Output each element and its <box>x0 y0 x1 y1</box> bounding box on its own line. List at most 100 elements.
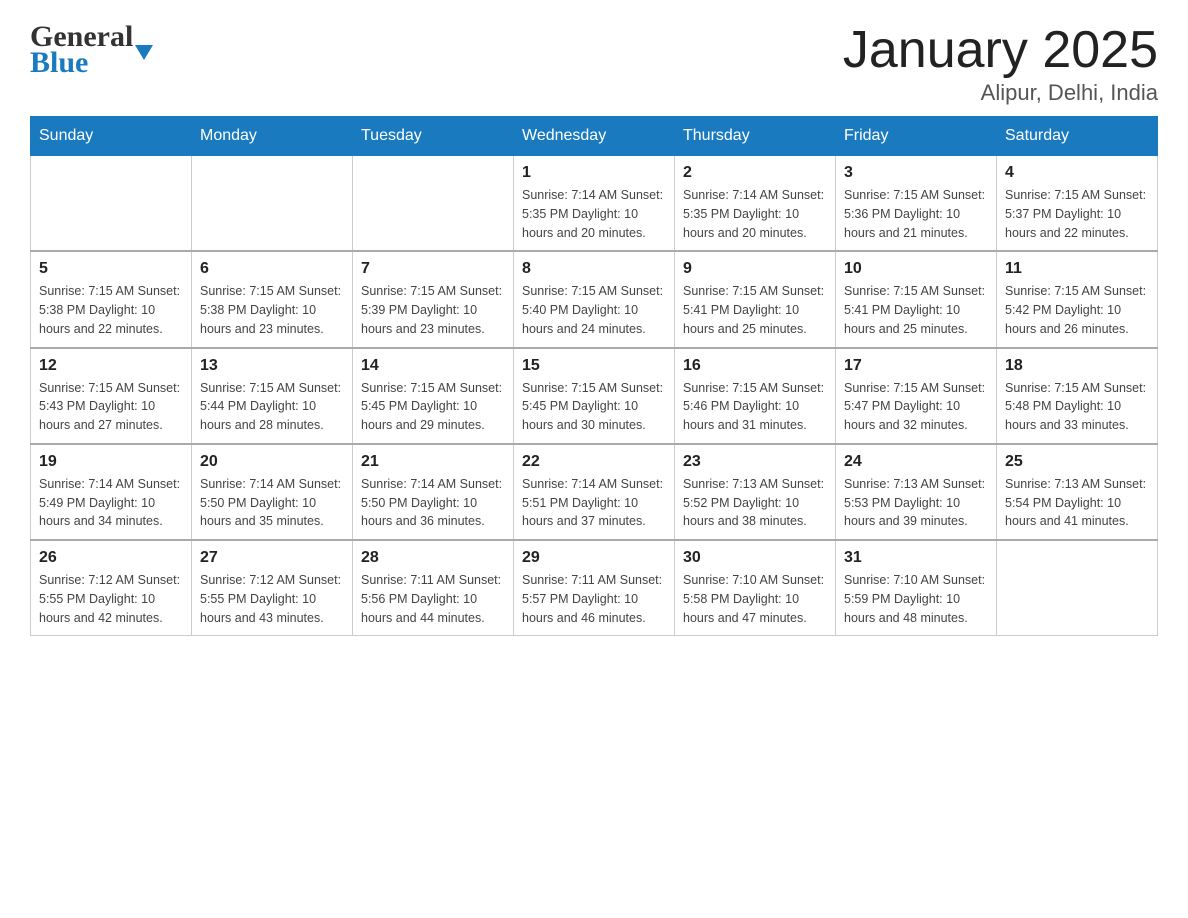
calendar-cell: 8 Sunrise: 7:15 AM Sunset: 5:40 PM Daylig… <box>514 251 675 347</box>
day-info: Sunrise: 7:15 AM Sunset: 5:45 PM Dayligh… <box>361 379 505 435</box>
day-info: Sunrise: 7:15 AM Sunset: 5:36 PM Dayligh… <box>844 186 988 242</box>
day-of-week-thursday: Thursday <box>675 117 836 156</box>
calendar-body: 1 Sunrise: 7:14 AM Sunset: 5:35 PM Daylig… <box>31 156 1158 636</box>
calendar-cell: 22 Sunrise: 7:14 AM Sunset: 5:51 PM Dayli… <box>514 444 675 540</box>
day-number: 20 <box>200 453 344 471</box>
day-number: 17 <box>844 357 988 375</box>
calendar-cell: 21 Sunrise: 7:14 AM Sunset: 5:50 PM Dayli… <box>353 444 514 540</box>
calendar-cell: 26 Sunrise: 7:12 AM Sunset: 5:55 PM Dayli… <box>31 540 192 636</box>
day-info: Sunrise: 7:12 AM Sunset: 5:55 PM Dayligh… <box>200 571 344 627</box>
calendar-cell: 23 Sunrise: 7:13 AM Sunset: 5:52 PM Dayli… <box>675 444 836 540</box>
day-info: Sunrise: 7:10 AM Sunset: 5:58 PM Dayligh… <box>683 571 827 627</box>
day-info: Sunrise: 7:15 AM Sunset: 5:47 PM Dayligh… <box>844 379 988 435</box>
day-info: Sunrise: 7:15 AM Sunset: 5:39 PM Dayligh… <box>361 282 505 338</box>
day-number: 26 <box>39 549 183 567</box>
day-number: 6 <box>200 260 344 278</box>
calendar-table: SundayMondayTuesdayWednesdayThursdayFrid… <box>30 116 1158 636</box>
day-number: 12 <box>39 357 183 375</box>
day-number: 27 <box>200 549 344 567</box>
day-info: Sunrise: 7:14 AM Sunset: 5:51 PM Dayligh… <box>522 475 666 531</box>
day-number: 9 <box>683 260 827 278</box>
calendar-cell: 4 Sunrise: 7:15 AM Sunset: 5:37 PM Daylig… <box>997 156 1158 252</box>
day-number: 10 <box>844 260 988 278</box>
week-row-5: 26 Sunrise: 7:12 AM Sunset: 5:55 PM Dayli… <box>31 540 1158 636</box>
day-info: Sunrise: 7:15 AM Sunset: 5:38 PM Dayligh… <box>200 282 344 338</box>
day-number: 3 <box>844 164 988 182</box>
day-number: 30 <box>683 549 827 567</box>
day-number: 23 <box>683 453 827 471</box>
calendar-cell: 13 Sunrise: 7:15 AM Sunset: 5:44 PM Dayli… <box>192 348 353 444</box>
calendar-cell <box>192 156 353 252</box>
day-info: Sunrise: 7:15 AM Sunset: 5:43 PM Dayligh… <box>39 379 183 435</box>
day-info: Sunrise: 7:13 AM Sunset: 5:54 PM Dayligh… <box>1005 475 1149 531</box>
day-number: 28 <box>361 549 505 567</box>
calendar-cell: 31 Sunrise: 7:10 AM Sunset: 5:59 PM Dayli… <box>836 540 997 636</box>
calendar-header: SundayMondayTuesdayWednesdayThursdayFrid… <box>31 117 1158 156</box>
logo-blue-b: B <box>30 46 50 80</box>
week-row-1: 1 Sunrise: 7:14 AM Sunset: 5:35 PM Daylig… <box>31 156 1158 252</box>
calendar-cell: 2Sunrise: 7:14 AM Sunset: 5:35 PM Daylig… <box>675 156 836 252</box>
day-number: 25 <box>1005 453 1149 471</box>
day-info: Sunrise: 7:15 AM Sunset: 5:42 PM Dayligh… <box>1005 282 1149 338</box>
calendar-cell <box>353 156 514 252</box>
calendar-cell: 30 Sunrise: 7:10 AM Sunset: 5:58 PM Dayli… <box>675 540 836 636</box>
calendar-cell: 27 Sunrise: 7:12 AM Sunset: 5:55 PM Dayli… <box>192 540 353 636</box>
logo-blue-lue: lue <box>50 46 88 80</box>
day-number: 5 <box>39 260 183 278</box>
day-number: 21 <box>361 453 505 471</box>
day-number: 7 <box>361 260 505 278</box>
day-info: Sunrise: 7:14 AM Sunset: 5:50 PM Dayligh… <box>200 475 344 531</box>
day-info: Sunrise: 7:11 AM Sunset: 5:57 PM Dayligh… <box>522 571 666 627</box>
calendar-cell: 28Sunrise: 7:11 AM Sunset: 5:56 PM Dayli… <box>353 540 514 636</box>
day-info: Sunrise: 7:15 AM Sunset: 5:44 PM Dayligh… <box>200 379 344 435</box>
day-number: 14 <box>361 357 505 375</box>
main-title: January 2025 <box>843 20 1158 80</box>
day-number: 24 <box>844 453 988 471</box>
day-info: Sunrise: 7:14 AM Sunset: 5:49 PM Dayligh… <box>39 475 183 531</box>
day-number: 18 <box>1005 357 1149 375</box>
calendar-cell: 15Sunrise: 7:15 AM Sunset: 5:45 PM Dayli… <box>514 348 675 444</box>
calendar-cell <box>31 156 192 252</box>
day-number: 11 <box>1005 260 1149 278</box>
calendar-cell: 11 Sunrise: 7:15 AM Sunset: 5:42 PM Dayli… <box>997 251 1158 347</box>
calendar-cell: 19 Sunrise: 7:14 AM Sunset: 5:49 PM Dayli… <box>31 444 192 540</box>
calendar-cell: 20 Sunrise: 7:14 AM Sunset: 5:50 PM Dayli… <box>192 444 353 540</box>
day-number: 15 <box>522 357 666 375</box>
day-number: 31 <box>844 549 988 567</box>
day-info: Sunrise: 7:10 AM Sunset: 5:59 PM Dayligh… <box>844 571 988 627</box>
day-info: Sunrise: 7:13 AM Sunset: 5:53 PM Dayligh… <box>844 475 988 531</box>
calendar-cell: 5 Sunrise: 7:15 AM Sunset: 5:38 PM Daylig… <box>31 251 192 347</box>
day-number: 4 <box>1005 164 1149 182</box>
logo: G eneral B lue <box>30 20 153 80</box>
calendar-cell: 29Sunrise: 7:11 AM Sunset: 5:57 PM Dayli… <box>514 540 675 636</box>
calendar-cell: 7 Sunrise: 7:15 AM Sunset: 5:39 PM Daylig… <box>353 251 514 347</box>
day-number: 19 <box>39 453 183 471</box>
calendar-cell: 3 Sunrise: 7:15 AM Sunset: 5:36 PM Daylig… <box>836 156 997 252</box>
week-row-4: 19 Sunrise: 7:14 AM Sunset: 5:49 PM Dayli… <box>31 444 1158 540</box>
calendar-cell: 16Sunrise: 7:15 AM Sunset: 5:46 PM Dayli… <box>675 348 836 444</box>
day-info: Sunrise: 7:14 AM Sunset: 5:50 PM Dayligh… <box>361 475 505 531</box>
day-info: Sunrise: 7:15 AM Sunset: 5:38 PM Dayligh… <box>39 282 183 338</box>
header-row: SundayMondayTuesdayWednesdayThursdayFrid… <box>31 117 1158 156</box>
day-of-week-monday: Monday <box>192 117 353 156</box>
day-of-week-friday: Friday <box>836 117 997 156</box>
day-number: 13 <box>200 357 344 375</box>
title-block: January 2025 Alipur, Delhi, India <box>843 20 1158 106</box>
day-info: Sunrise: 7:15 AM Sunset: 5:37 PM Dayligh… <box>1005 186 1149 242</box>
day-info: Sunrise: 7:15 AM Sunset: 5:40 PM Dayligh… <box>522 282 666 338</box>
day-info: Sunrise: 7:13 AM Sunset: 5:52 PM Dayligh… <box>683 475 827 531</box>
calendar-cell: 9Sunrise: 7:15 AM Sunset: 5:41 PM Daylig… <box>675 251 836 347</box>
calendar-cell <box>997 540 1158 636</box>
day-of-week-saturday: Saturday <box>997 117 1158 156</box>
calendar-cell: 1 Sunrise: 7:14 AM Sunset: 5:35 PM Daylig… <box>514 156 675 252</box>
day-of-week-wednesday: Wednesday <box>514 117 675 156</box>
day-info: Sunrise: 7:15 AM Sunset: 5:46 PM Dayligh… <box>683 379 827 435</box>
day-number: 22 <box>522 453 666 471</box>
calendar-cell: 6 Sunrise: 7:15 AM Sunset: 5:38 PM Daylig… <box>192 251 353 347</box>
calendar-cell: 14 Sunrise: 7:15 AM Sunset: 5:45 PM Dayli… <box>353 348 514 444</box>
day-info: Sunrise: 7:12 AM Sunset: 5:55 PM Dayligh… <box>39 571 183 627</box>
day-info: Sunrise: 7:14 AM Sunset: 5:35 PM Dayligh… <box>683 186 827 242</box>
day-info: Sunrise: 7:14 AM Sunset: 5:35 PM Dayligh… <box>522 186 666 242</box>
day-number: 1 <box>522 164 666 182</box>
day-number: 8 <box>522 260 666 278</box>
